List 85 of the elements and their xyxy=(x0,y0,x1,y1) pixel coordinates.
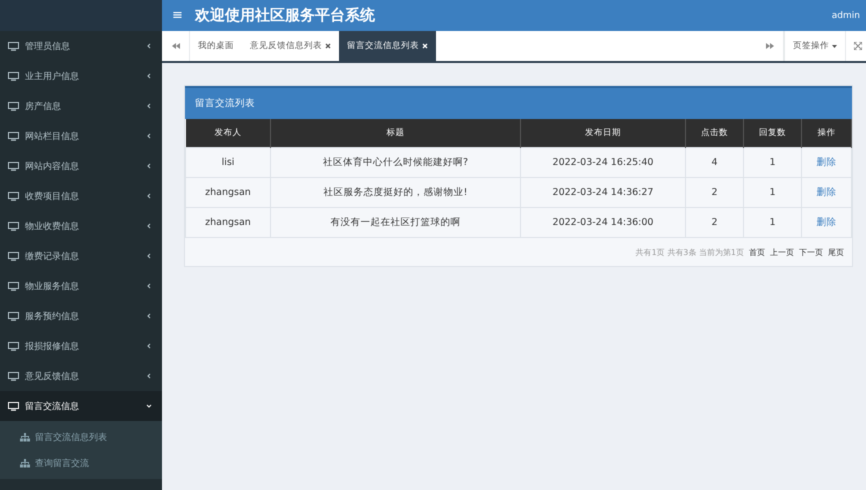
tab-label: 我的桌面 xyxy=(198,40,234,52)
column-header: 回复数 xyxy=(744,119,802,148)
sidebar-item[interactable]: 管理员信息 xyxy=(0,31,162,61)
tab-label: 留言交流信息列表 xyxy=(347,40,419,52)
pagination-link[interactable]: 首页 xyxy=(749,246,765,258)
chevron-left-icon xyxy=(146,163,152,169)
chevron-left-icon xyxy=(146,223,152,229)
table-cell: 1 xyxy=(744,148,802,178)
monitor-icon xyxy=(8,192,19,200)
table-cell: 有没有一起在社区打篮球的啊 xyxy=(270,208,520,238)
menu-toggle[interactable]: ≡ xyxy=(172,8,183,23)
column-header: 发布人 xyxy=(186,119,270,148)
pagination-summary: 共有1页 共有3条 当前为第1页 xyxy=(636,246,744,258)
monitor-icon xyxy=(8,162,19,170)
table-cell: 1 xyxy=(744,208,802,238)
caret-icon xyxy=(832,44,837,48)
tab-label: 意见反馈信息列表 xyxy=(250,40,322,52)
table-cell: zhangsan xyxy=(186,178,270,208)
sidebar-item[interactable]: 房产信息 xyxy=(0,91,162,121)
monitor-icon xyxy=(8,402,19,410)
table-cell: 4 xyxy=(686,148,744,178)
sidebar-item[interactable]: 物业收费信息 xyxy=(0,211,162,241)
chevron-left-icon xyxy=(146,133,152,139)
pagination-link[interactable]: 尾页 xyxy=(828,246,844,258)
chevron-left-icon xyxy=(146,43,152,49)
backward-icon xyxy=(172,43,180,49)
sitemap-icon xyxy=(20,432,30,442)
chevron-left-icon xyxy=(146,103,152,109)
sidebar-item[interactable]: 意见反馈信息 xyxy=(0,361,162,391)
chevron-left-icon xyxy=(146,73,152,79)
table-cell: zhangsan xyxy=(186,208,270,238)
submenu-item[interactable]: 查询留言交流 xyxy=(0,450,162,476)
close-icon[interactable] xyxy=(325,43,331,49)
sidebar-item[interactable]: 缴费记录信息 xyxy=(0,241,162,271)
page-tab[interactable]: 留言交流信息列表 xyxy=(339,31,436,61)
monitor-icon xyxy=(8,312,19,320)
sidebar-item[interactable]: 网站栏目信息 xyxy=(0,121,162,151)
delete-link[interactable]: 删除 xyxy=(816,157,836,168)
monitor-icon xyxy=(8,342,19,350)
column-header: 操作 xyxy=(802,119,852,148)
user-name[interactable]: admin xyxy=(832,10,860,20)
chevron-left-icon xyxy=(146,253,152,259)
table-cell: 社区体育中心什么时候能建好啊? xyxy=(270,148,520,178)
table-cell: 2022-03-24 14:36:00 xyxy=(520,208,686,238)
chevron-left-icon xyxy=(146,313,152,319)
submenu-item[interactable]: 留言交流信息列表 xyxy=(0,424,162,450)
pagination-link[interactable]: 下一页 xyxy=(799,246,823,258)
monitor-icon xyxy=(8,222,19,230)
chevron-left-icon xyxy=(146,283,152,289)
column-header: 发布日期 xyxy=(520,119,686,148)
monitor-icon xyxy=(8,102,19,110)
table-cell: 2022-03-24 16:25:40 xyxy=(520,148,686,178)
sidebar-item[interactable]: 收费项目信息 xyxy=(0,181,162,211)
sidebar-item[interactable]: 网站内容信息 xyxy=(0,151,162,181)
pagination-link[interactable]: 上一页 xyxy=(770,246,794,258)
chevron-left-icon xyxy=(146,193,152,199)
sidebar-item[interactable]: 业主用户信息 xyxy=(0,61,162,91)
table-cell: 社区服务态度挺好的，感谢物业! xyxy=(270,178,520,208)
sidebar-item[interactable]: 物业服务信息 xyxy=(0,271,162,301)
sidebar-item[interactable]: 报损报修信息 xyxy=(0,331,162,361)
monitor-icon xyxy=(8,252,19,260)
sidebar-item[interactable]: 服务预约信息 xyxy=(0,301,162,331)
table-cell: 2 xyxy=(686,208,744,238)
chevron-down-icon xyxy=(146,403,152,409)
monitor-icon xyxy=(8,132,19,140)
sitemap-icon xyxy=(20,458,30,468)
table-cell: 2022-03-24 14:36:27 xyxy=(520,178,686,208)
app-title: 欢迎使用社区服务平台系统 xyxy=(194,6,376,25)
delete-link[interactable]: 删除 xyxy=(816,187,836,198)
column-header: 点击数 xyxy=(686,119,744,148)
panel-title: 留言交流列表 xyxy=(185,86,852,119)
monitor-icon xyxy=(8,282,19,290)
sidebar-item[interactable]: 留言交流信息 xyxy=(0,391,162,421)
chevron-left-icon xyxy=(146,373,152,379)
monitor-icon xyxy=(8,42,19,50)
delete-link[interactable]: 删除 xyxy=(816,217,836,228)
expand-arrows-icon xyxy=(854,42,862,50)
table-cell: lisi xyxy=(186,148,270,178)
chevron-left-icon xyxy=(146,343,152,349)
column-header: 标题 xyxy=(270,119,520,148)
table-cell: 2 xyxy=(686,178,744,208)
monitor-icon xyxy=(8,72,19,80)
table-cell: 1 xyxy=(744,178,802,208)
forward-icon xyxy=(766,43,774,49)
monitor-icon xyxy=(8,372,19,380)
